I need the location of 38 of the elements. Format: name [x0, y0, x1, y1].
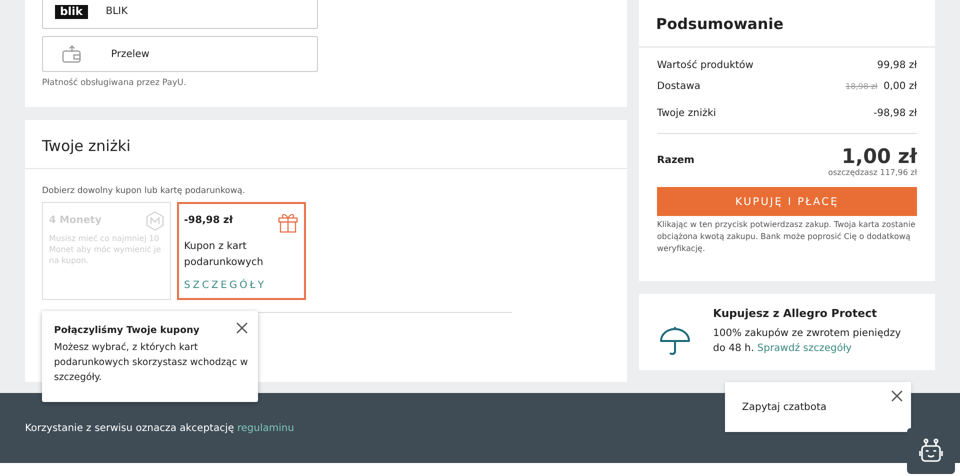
section-title: Twoje zniżki [25, 120, 627, 169]
payment-note: Płatność obsługiwana przez PayU. [42, 78, 188, 88]
protect-text: 100% zakupów ze zwrotem pieniędzy do 48 h. Sprawdź szczegóły [713, 327, 902, 356]
total-price: 1,00 zł [842, 144, 917, 168]
coin-icon [146, 211, 164, 231]
savings-text: oszczędzasz 117,96 zł [828, 168, 917, 177]
umbrella-icon [659, 325, 691, 357]
gift-icon [277, 211, 299, 233]
chat-prompt: Zapytaj czatbota [742, 402, 827, 413]
summary-value: 0,00 zł [883, 81, 917, 92]
summary-value: -98,98 zł [873, 108, 917, 119]
coupon-card[interactable]: -98,98 zł Kupon z kart podarunkowych SZCZEGÓŁY [177, 202, 306, 300]
details-link[interactable]: Sprawdź szczegóły [757, 343, 852, 354]
payment-method-button[interactable]: blik BLIK [42, 0, 318, 29]
summary-label: Twoje zniżki [657, 108, 716, 121]
tooltip-title: Połączyliśmy Twoje kupony [54, 325, 200, 336]
summary-label: Wartość produktów [657, 60, 754, 73]
old-price: 18,98 zł [846, 82, 878, 91]
coupon-description: Kupon z kart podarunkowych [184, 240, 264, 270]
terms-link[interactable]: regulaminu [237, 422, 294, 434]
tooltip-text: Możesz wybrać, z których kart podarunkowych skorzystasz wchodząc w szczegóły. [54, 341, 249, 385]
summary-label: Dostawa [657, 81, 700, 94]
coupon-title: -98,98 zł [184, 215, 233, 226]
payment-method-button[interactable]: Przelew [42, 36, 318, 72]
discount-hint: Dobierz dowolny kupon lub kartę podarunkową. [42, 186, 246, 196]
blik-logo: blik [55, 4, 88, 18]
summary-value: 99,98 zł [877, 60, 917, 71]
summary-title: Podsumowanie [639, 0, 935, 48]
wallet-icon [61, 45, 83, 63]
close-button[interactable] [234, 320, 250, 336]
robot-icon [918, 438, 944, 464]
footer-text: Korzystanie z serwisu oznacza akceptację regulaminu [25, 422, 294, 434]
total-label: Razem [657, 155, 694, 166]
details-link[interactable]: SZCZEGÓŁY [184, 280, 299, 291]
buy-button[interactable]: KUPUJĘ I PŁACĘ [657, 187, 917, 216]
purchase-note: Klikając w ten przycisk potwierdzasz zakup. Twoja karta zostanie obciążona kwotą zakupu. Bank może poprosić Cię o dodatkową weryfikację. [657, 219, 916, 255]
protect-title: Kupujesz z Allegro Protect [713, 307, 878, 320]
close-button[interactable] [889, 388, 905, 404]
